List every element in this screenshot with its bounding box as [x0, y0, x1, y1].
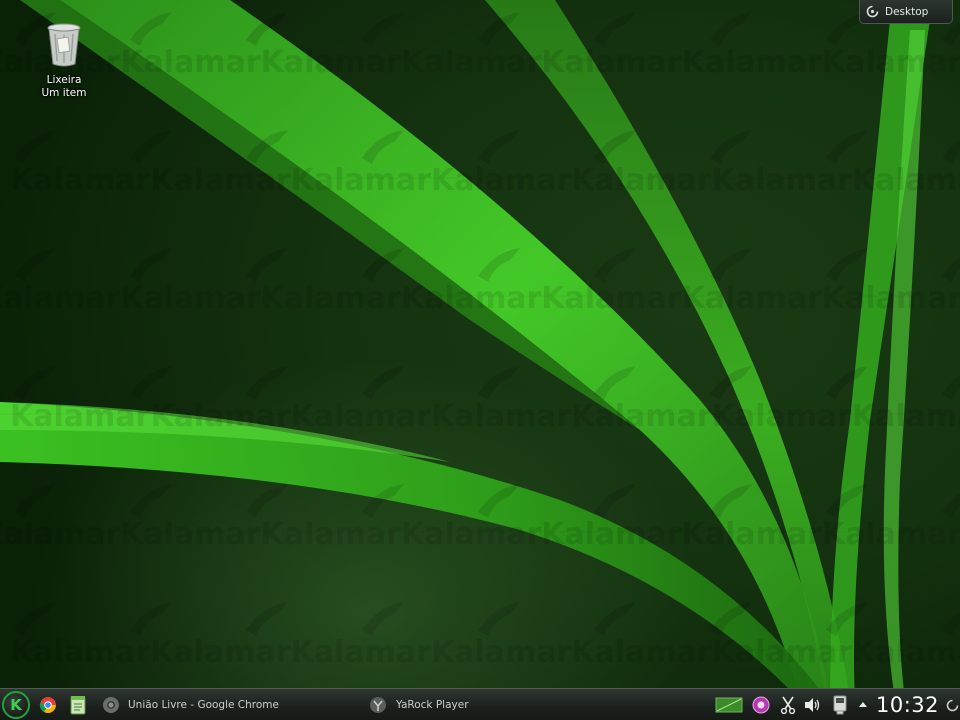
tray-updates[interactable] [750, 693, 772, 717]
notes-launcher[interactable] [68, 694, 88, 716]
device-notifier-icon [833, 695, 847, 715]
tray-klipper[interactable] [778, 693, 798, 717]
chrome-icon [103, 697, 119, 713]
desktop-toolbox-button[interactable]: Desktop [859, 0, 953, 24]
toolbox-label: Desktop [885, 5, 929, 18]
taskbar-panel: K União Livre - Google Chrome YaRock Pla… [0, 688, 960, 720]
notes-icon [70, 696, 86, 715]
task-title: União Livre - Google Chrome [128, 699, 279, 711]
scissors-icon [780, 696, 796, 714]
tray-device-notifier[interactable] [830, 693, 850, 717]
wallpaper-watermark: KalamarKalamarKalamarKalamarKalamarKalam… [0, 281, 960, 316]
panel-toolbox-button[interactable] [944, 693, 960, 717]
tray-network[interactable] [714, 693, 744, 717]
task-yarock[interactable]: YaRock Player [368, 691, 469, 719]
wallpaper-watermark: KalamarKalamarKalamarKalamarKalamarKalam… [0, 45, 960, 80]
yarock-icon [370, 697, 386, 713]
wallpaper-watermark: KalamarKalamarKalamarKalamarKalamarKalam… [10, 635, 960, 670]
cashew-icon [866, 5, 879, 18]
kde-launcher-button[interactable]: K [2, 690, 30, 719]
task-title: YaRock Player [396, 699, 469, 711]
wallpaper-watermark: KalamarKalamarKalamarKalamarKalamarKalam… [10, 399, 960, 434]
desktop-wallpaper: KalamarKalamarKalamarKalamarKalamarKalam… [0, 0, 960, 720]
trash-desktop-icon[interactable]: Lixeira Um item [30, 22, 98, 100]
cashew-icon [946, 699, 958, 711]
network-icon [715, 697, 743, 713]
wallpaper-watermark: KalamarKalamarKalamarKalamarKalamarKalam… [10, 163, 960, 198]
tray-volume[interactable] [802, 693, 822, 717]
kickoff-icon: K [10, 695, 22, 714]
speaker-icon [805, 698, 820, 712]
trash-label: Lixeira [46, 74, 82, 86]
trash-subtitle: Um item [41, 87, 87, 99]
chevron-up-icon [859, 702, 867, 707]
chrome-launcher[interactable] [38, 695, 58, 715]
task-chrome[interactable]: União Livre - Google Chrome [102, 691, 279, 719]
digital-clock[interactable]: 10:32 [876, 692, 939, 718]
update-notifier-icon [752, 696, 770, 714]
wallpaper-watermark: KalamarKalamarKalamarKalamarKalamarKalam… [0, 517, 960, 552]
trash-icon [47, 23, 81, 67]
tray-expand-button[interactable] [856, 693, 870, 717]
chrome-icon [39, 697, 56, 714]
